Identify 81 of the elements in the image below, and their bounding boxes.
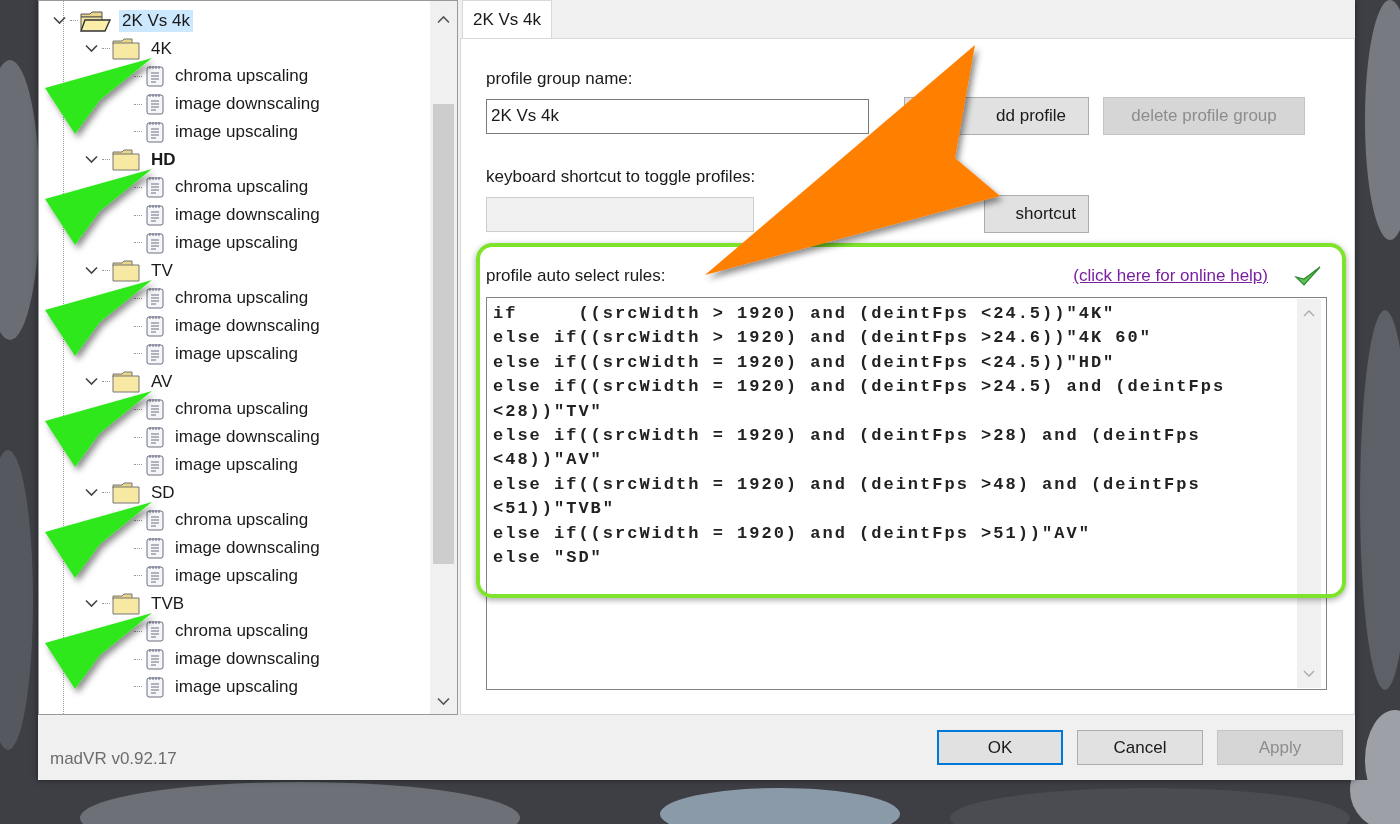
document-icon: [146, 537, 164, 560]
tree-item[interactable]: chroma upscaling: [172, 398, 312, 421]
tree-item[interactable]: chroma upscaling: [172, 176, 312, 199]
tree-item[interactable]: 4K: [148, 37, 175, 60]
tree-item[interactable]: image upscaling: [172, 453, 301, 476]
tree-item[interactable]: image downscaling: [172, 537, 323, 560]
tree-item[interactable]: image upscaling: [172, 675, 301, 698]
code-line: if ((srcWidth > 1920) and (deintFps <24.5))"4K": [493, 303, 1117, 325]
folder-icon: [112, 592, 140, 615]
field-label: profile auto select rules:: [486, 266, 667, 286]
scroll-up-icon[interactable]: [437, 15, 450, 24]
dialog-button[interactable]: OK: [937, 730, 1063, 765]
open-folder-icon: [80, 9, 111, 32]
chevron-down-icon[interactable]: [84, 599, 98, 609]
code-line: else if((srcWidth = 1920) and (deintFps >51))"AV": [493, 522, 1092, 545]
shortcut-button[interactable]: shortcut: [984, 195, 1089, 233]
chevron-down-icon[interactable]: [84, 44, 98, 54]
document-icon: [146, 620, 164, 643]
document-icon: [146, 453, 164, 476]
document-icon: [146, 509, 164, 532]
document-icon: [146, 65, 164, 88]
scrollbar-thumb[interactable]: [433, 104, 454, 564]
document-icon: [146, 564, 164, 587]
tab[interactable]: 2K Vs 4k: [462, 0, 553, 38]
folder-icon: [112, 259, 140, 282]
document-icon: [146, 648, 164, 671]
help-link[interactable]: (click here for online help): [1073, 266, 1268, 286]
tree-item[interactable]: TV: [148, 259, 176, 282]
tree-item[interactable]: 2K Vs 4k: [119, 9, 194, 32]
document-icon: [146, 93, 164, 116]
document-icon: [146, 342, 164, 365]
tree-item[interactable]: image downscaling: [172, 315, 323, 338]
tree-item[interactable]: chroma upscaling: [172, 287, 312, 310]
folder-icon: [112, 37, 140, 60]
tree-item[interactable]: image upscaling: [172, 564, 301, 587]
scroll-down-icon[interactable]: [437, 697, 450, 706]
field-label: keyboard shortcut to toggle profiles:: [486, 167, 757, 188]
document-icon: [146, 398, 164, 421]
field-label: profile group name:: [486, 69, 634, 90]
tree-item[interactable]: image upscaling: [172, 231, 301, 254]
document-icon: [146, 231, 164, 254]
chevron-down-icon[interactable]: [84, 377, 98, 387]
folder-icon: [112, 370, 140, 393]
folder-icon: [112, 481, 140, 504]
document-icon: [146, 120, 164, 143]
tree-item[interactable]: image downscaling: [172, 93, 323, 116]
tree-item[interactable]: image downscaling: [172, 204, 323, 227]
tree-item[interactable]: SD: [148, 481, 178, 504]
code-line: else if((srcWidth = 1920) and (deintFps <24.5))"HD": [493, 351, 1117, 374]
document-icon: [146, 204, 164, 227]
document-icon: [146, 675, 164, 698]
code-line: <28))"TV": [493, 400, 604, 423]
tree-item[interactable]: image downscaling: [172, 648, 323, 671]
tree-item[interactable]: chroma upscaling: [172, 509, 312, 532]
code-line: else if((srcWidth > 1920) and (deintFps >24.6))"4K 60": [493, 327, 1153, 350]
tree-item[interactable]: TVB: [148, 592, 188, 615]
document-icon: [146, 315, 164, 338]
version-label: madVR v0.92.17: [50, 748, 177, 769]
input-field[interactable]: 2K Vs 4k: [486, 98, 869, 134]
code-line: <48))"AV": [493, 449, 604, 472]
code-line: else if((srcWidth = 1920) and (deintFps >28) and (deintFps: [493, 425, 1202, 448]
document-icon: [146, 426, 164, 449]
tree-item[interactable]: chroma upscaling: [172, 65, 312, 88]
chevron-down-icon[interactable]: [52, 16, 66, 26]
tree-item[interactable]: image upscaling: [172, 342, 301, 365]
tree-item[interactable]: AV: [148, 370, 176, 393]
chevron-down-icon[interactable]: [84, 266, 98, 276]
tree-item[interactable]: chroma upscaling: [172, 620, 312, 643]
document-icon: [146, 287, 164, 310]
code-line: <51))"TVB": [493, 498, 617, 521]
folder-icon: [112, 148, 140, 171]
code-line: else if((srcWidth = 1920) and (deintFps >24.5) and (deintFps: [493, 376, 1227, 399]
tree-item[interactable]: image downscaling: [172, 426, 323, 449]
dialog-button[interactable]: Cancel: [1077, 730, 1203, 765]
code-line: else "SD": [493, 547, 604, 570]
tree-item[interactable]: image upscaling: [172, 120, 301, 143]
document-icon: [146, 176, 164, 199]
tree-item[interactable]: HD: [148, 148, 179, 171]
chevron-down-icon[interactable]: [84, 488, 98, 498]
chevron-down-icon[interactable]: [84, 155, 98, 165]
code-line: else if((srcWidth = 1920) and (deintFps >48) and (deintFps: [493, 473, 1202, 496]
